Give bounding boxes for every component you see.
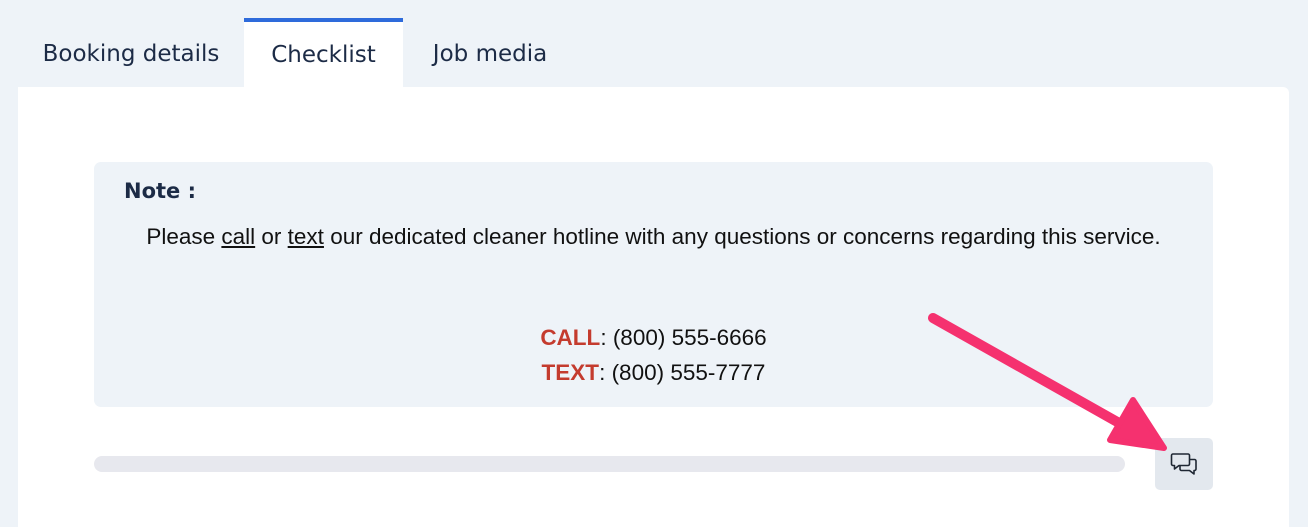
tab-job-media[interactable]: Job media bbox=[403, 18, 577, 87]
chat-bubbles-icon bbox=[1170, 453, 1197, 475]
note-prefix: Please bbox=[146, 224, 222, 249]
note-box: Note : Please call or text our dedicated… bbox=[94, 162, 1213, 407]
text-link[interactable]: text bbox=[288, 224, 324, 249]
note-suffix: our dedicated cleaner hotline with any q… bbox=[323, 224, 1161, 249]
checklist-progress-bar bbox=[94, 456, 1125, 472]
call-link[interactable]: call bbox=[221, 224, 255, 249]
note-middle: or bbox=[255, 224, 288, 249]
note-message: Please call or text our dedicated cleane… bbox=[124, 219, 1183, 254]
call-label: CALL bbox=[540, 325, 601, 350]
tab-checklist[interactable]: Checklist bbox=[244, 18, 403, 87]
tab-bar: Booking details Checklist Job media bbox=[18, 18, 577, 87]
text-number: : (800) 555-7777 bbox=[599, 360, 766, 385]
tab-booking-details[interactable]: Booking details bbox=[18, 18, 244, 87]
text-label: TEXT bbox=[541, 360, 600, 385]
call-line: CALL: (800) 555-6666 bbox=[94, 325, 1213, 351]
comment-button[interactable] bbox=[1155, 438, 1213, 490]
call-number: : (800) 555-6666 bbox=[600, 325, 767, 350]
text-line: TEXT: (800) 555-7777 bbox=[94, 360, 1213, 386]
note-title: Note : bbox=[124, 179, 196, 203]
checklist-panel: Note : Please call or text our dedicated… bbox=[18, 87, 1289, 527]
